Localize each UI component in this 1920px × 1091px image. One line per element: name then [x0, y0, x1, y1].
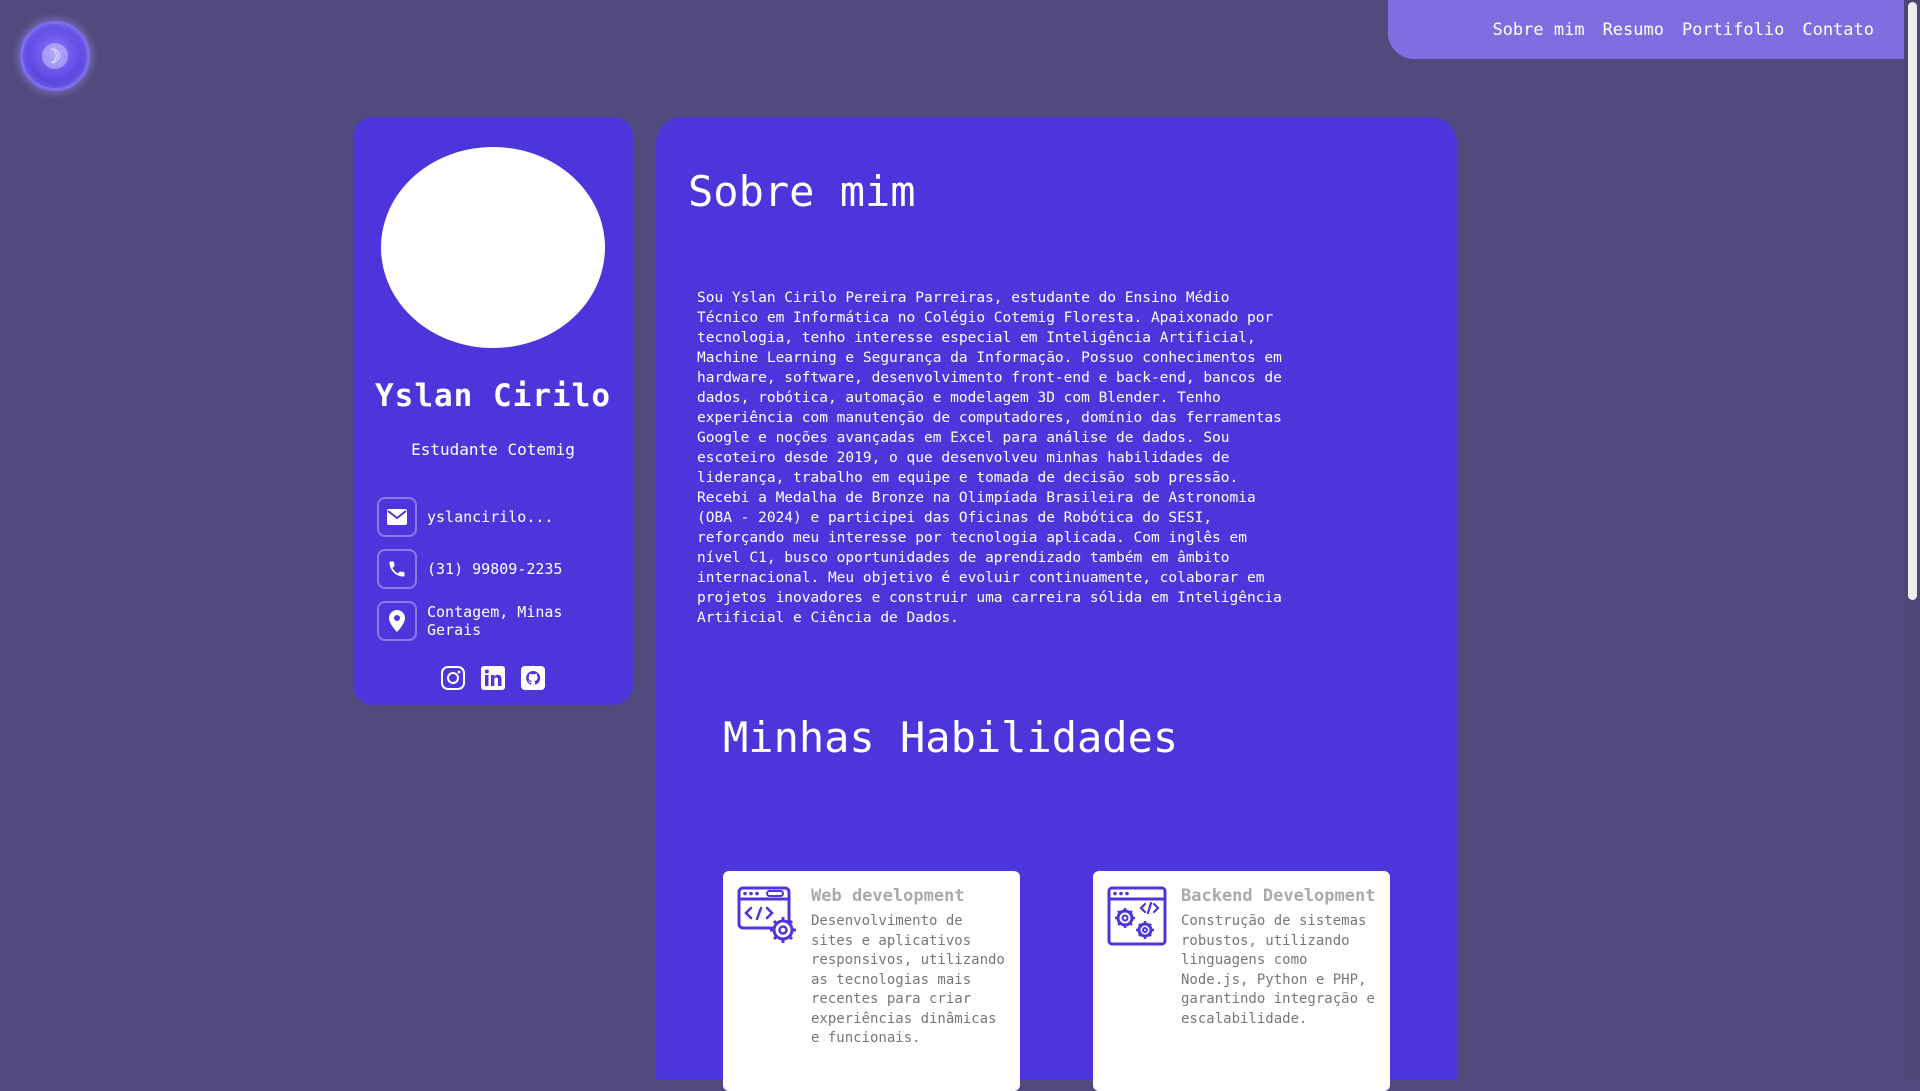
scrollbar-thumb[interactable]: [1908, 2, 1917, 600]
skill-card-backend-development: Backend Development Construção de sistem…: [1093, 871, 1390, 1091]
skill-card-web-development: Web development Desenvolvimento de sites…: [723, 871, 1020, 1091]
skill-card-body: Backend Development Construção de sistem…: [1181, 886, 1376, 1076]
nav-link-contato[interactable]: Contato: [1802, 20, 1874, 40]
skill-card-body: Web development Desenvolvimento de sites…: [811, 886, 1006, 1076]
contact-email-text: yslancirilo...: [427, 508, 554, 526]
contact-list: yslancirilo... (31) 99809-2235 Contagem,…: [377, 497, 609, 641]
skill-description: Construção de sistemas robustos, utiliza…: [1181, 913, 1375, 1027]
profile-sidebar: Yslan Cirilo Estudante Cotemig yslanciri…: [353, 117, 633, 705]
moon-icon: ☽: [42, 43, 68, 69]
nav-link-portifolio[interactable]: Portifolio: [1682, 20, 1784, 40]
social-links: [440, 665, 546, 691]
skills-title: Minhas Habilidades: [723, 713, 1179, 762]
top-navbar: Sobre mim Resumo Portifolio Contato: [1388, 0, 1904, 59]
map-pin-icon: [377, 601, 417, 641]
contact-phone-text: (31) 99809-2235: [427, 560, 563, 578]
skill-title: Web development: [811, 886, 965, 906]
contact-location[interactable]: Contagem, Minas Gerais: [377, 601, 609, 641]
contact-location-text: Contagem, Minas Gerais: [427, 603, 563, 639]
avatar: [381, 147, 605, 348]
web-code-gear-icon: [737, 886, 797, 946]
theme-toggle-button[interactable]: ☽: [20, 21, 90, 91]
skill-description: Desenvolvimento de sites e aplicativos r…: [811, 913, 1005, 1046]
contact-phone[interactable]: (31) 99809-2235: [377, 549, 609, 589]
about-title: Sobre mim: [688, 167, 916, 216]
profile-role: Estudante Cotemig: [411, 440, 575, 459]
nav-link-resumo[interactable]: Resumo: [1603, 20, 1664, 40]
instagram-icon[interactable]: [440, 665, 466, 691]
backend-code-gears-icon: [1107, 886, 1167, 946]
contact-email[interactable]: yslancirilo...: [377, 497, 609, 537]
phone-icon: [377, 549, 417, 589]
page-scrollbar[interactable]: [1904, 0, 1920, 1080]
main-content-panel: Sobre mim Sou Yslan Cirilo Pereira Parre…: [656, 117, 1457, 1091]
profile-name: Yslan Cirilo: [375, 378, 611, 414]
github-icon[interactable]: [520, 665, 546, 691]
envelope-icon: [377, 497, 417, 537]
about-text: Sou Yslan Cirilo Pereira Parreiras, estu…: [697, 290, 1282, 626]
skill-title: Backend Development: [1181, 886, 1376, 906]
linkedin-icon[interactable]: [480, 665, 506, 691]
nav-link-sobre-mim[interactable]: Sobre mim: [1492, 20, 1584, 40]
